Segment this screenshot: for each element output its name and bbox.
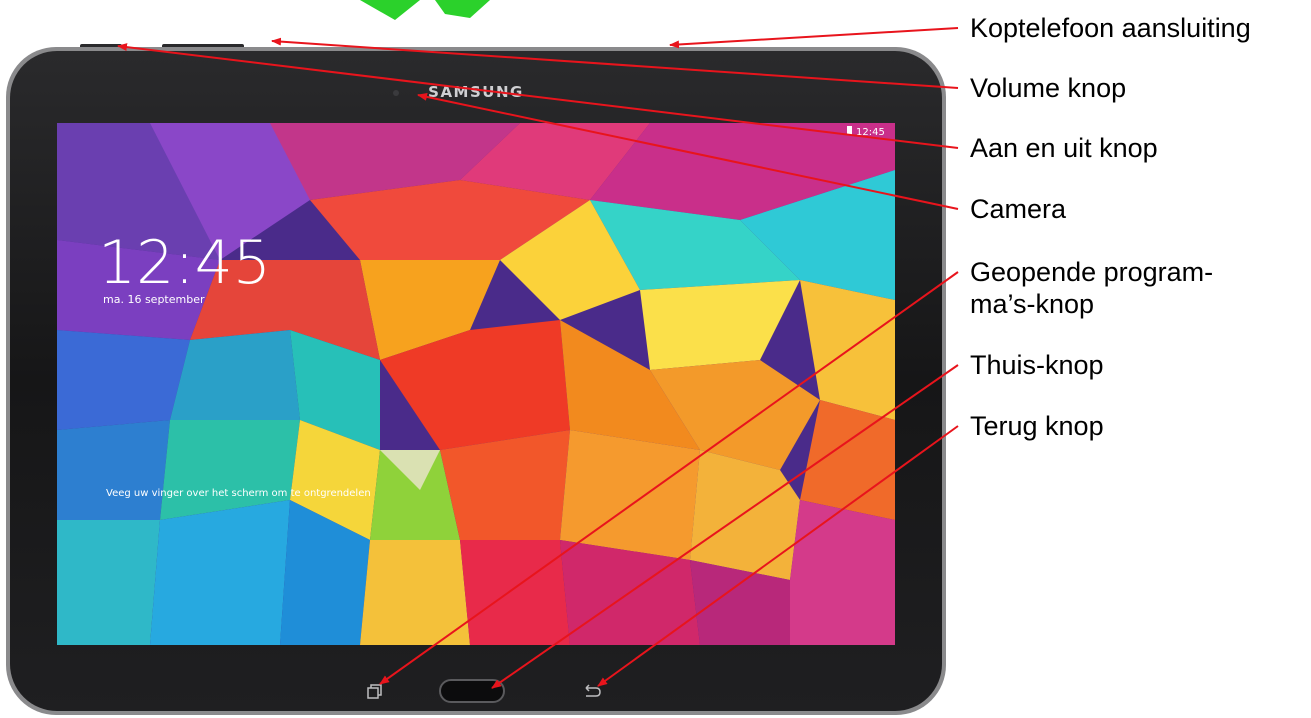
label-camera: Camera <box>970 194 1067 224</box>
lock-clock: 12:45 <box>98 228 271 298</box>
unlock-hint: Veeg uw vinger over het scherm om te ont… <box>106 488 371 499</box>
label-geopende-line2: ma’s-knop <box>970 289 1095 319</box>
label-geopende-line1: Geopende program- <box>970 257 1214 287</box>
label-koptelefoon-aansluiting: Koptelefoon aansluiting <box>970 13 1251 43</box>
home-button <box>439 679 505 703</box>
label-geopende-programmas-knop: Geopende program- ma’s-knop <box>970 256 1213 320</box>
arrow-koptelefoon <box>669 27 959 49</box>
front-camera <box>393 90 399 96</box>
label-volume-knop: Volume knop <box>970 73 1127 103</box>
partial-logo-mark <box>360 0 420 20</box>
tablet-diagram: SAMSUNG 12:45 12:45 ma. 16 september Vee… <box>6 0 959 715</box>
label-terug-knop: Terug knop <box>970 411 1104 441</box>
label-aan-uit-knop: Aan en uit knop <box>970 133 1158 163</box>
lock-screen-wallpaper <box>57 123 895 645</box>
label-thuis-knop: Thuis-knop <box>970 350 1104 380</box>
partial-logo-mark-2 <box>435 0 490 18</box>
lock-date: ma. 16 september <box>103 293 205 306</box>
